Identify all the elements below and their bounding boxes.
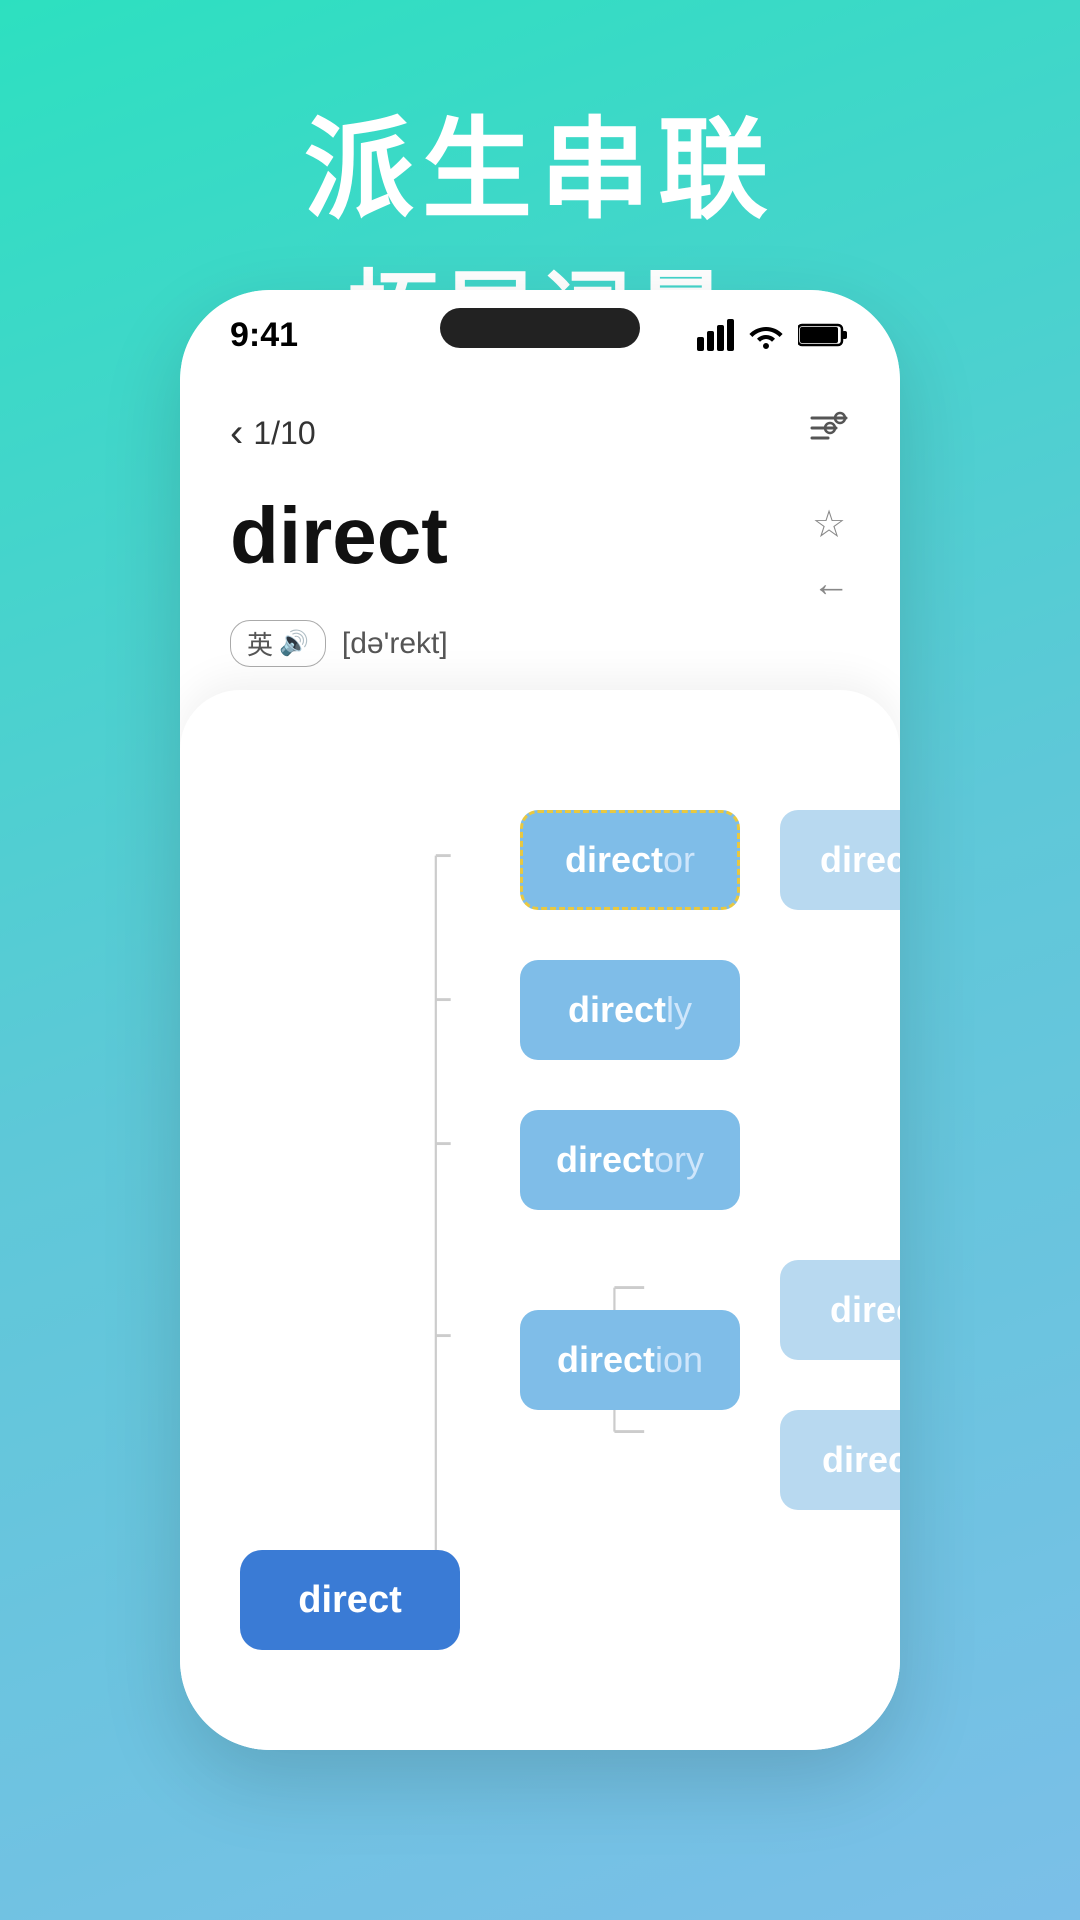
node-direction[interactable]: direction xyxy=(520,1310,740,1410)
phone-frame: 9:41 xyxy=(180,290,900,1750)
node-directly[interactable]: directly xyxy=(520,960,740,1060)
node-directionless-label: directionless xyxy=(822,1439,900,1481)
battery-icon xyxy=(798,321,850,349)
node-directory[interactable]: directory xyxy=(520,1110,740,1210)
nav-bar: ‹ 1/10 xyxy=(230,410,850,456)
sound-icon[interactable]: 🔊 xyxy=(279,629,309,658)
status-icons xyxy=(697,319,850,351)
node-directionless[interactable]: directionless xyxy=(780,1410,900,1510)
node-directorship-label: directorship xyxy=(820,839,900,881)
nav-left[interactable]: ‹ 1/10 xyxy=(230,411,316,456)
lang-badge[interactable]: 英 🔊 xyxy=(230,620,326,667)
node-director-label: director xyxy=(565,839,695,881)
signal-icon xyxy=(697,319,734,351)
bookmark-icon[interactable]: ☆ xyxy=(812,502,850,547)
node-directorship[interactable]: directorship xyxy=(780,810,900,910)
wifi-icon xyxy=(748,321,784,349)
word-row: direct ☆ ← xyxy=(230,496,850,606)
node-direct[interactable]: direct xyxy=(240,1550,460,1650)
node-direct-label: direct xyxy=(298,1579,401,1622)
pagination: 1/10 xyxy=(253,415,315,452)
back-arrow-icon[interactable]: ← xyxy=(812,563,850,606)
hero-line1: 派生串联 xyxy=(0,80,1080,240)
back-icon[interactable]: ‹ xyxy=(230,411,243,456)
node-directional-label: directional xyxy=(830,1289,900,1331)
node-directly-label: directly xyxy=(568,989,692,1031)
node-direction-label: direction xyxy=(557,1339,703,1381)
word-actions: ☆ ← xyxy=(812,502,850,606)
lang-text: 英 xyxy=(247,625,273,662)
node-director[interactable]: director xyxy=(520,810,740,910)
phonetic-row: 英 🔊 [də'rekt] xyxy=(230,620,850,667)
filter-icon[interactable] xyxy=(808,410,850,456)
tree-area: direct director directorship xyxy=(180,690,900,1750)
node-directory-label: directory xyxy=(556,1139,704,1181)
dynamic-island xyxy=(440,308,640,348)
word-title: direct xyxy=(230,496,448,576)
status-bar: 9:41 xyxy=(180,290,900,380)
node-directional[interactable]: directional xyxy=(780,1260,900,1360)
tree-diagram: direct director directorship xyxy=(220,750,860,1710)
phone-mockup: 9:41 xyxy=(180,290,900,1750)
phonetic-text: [də'rekt] xyxy=(342,627,448,661)
